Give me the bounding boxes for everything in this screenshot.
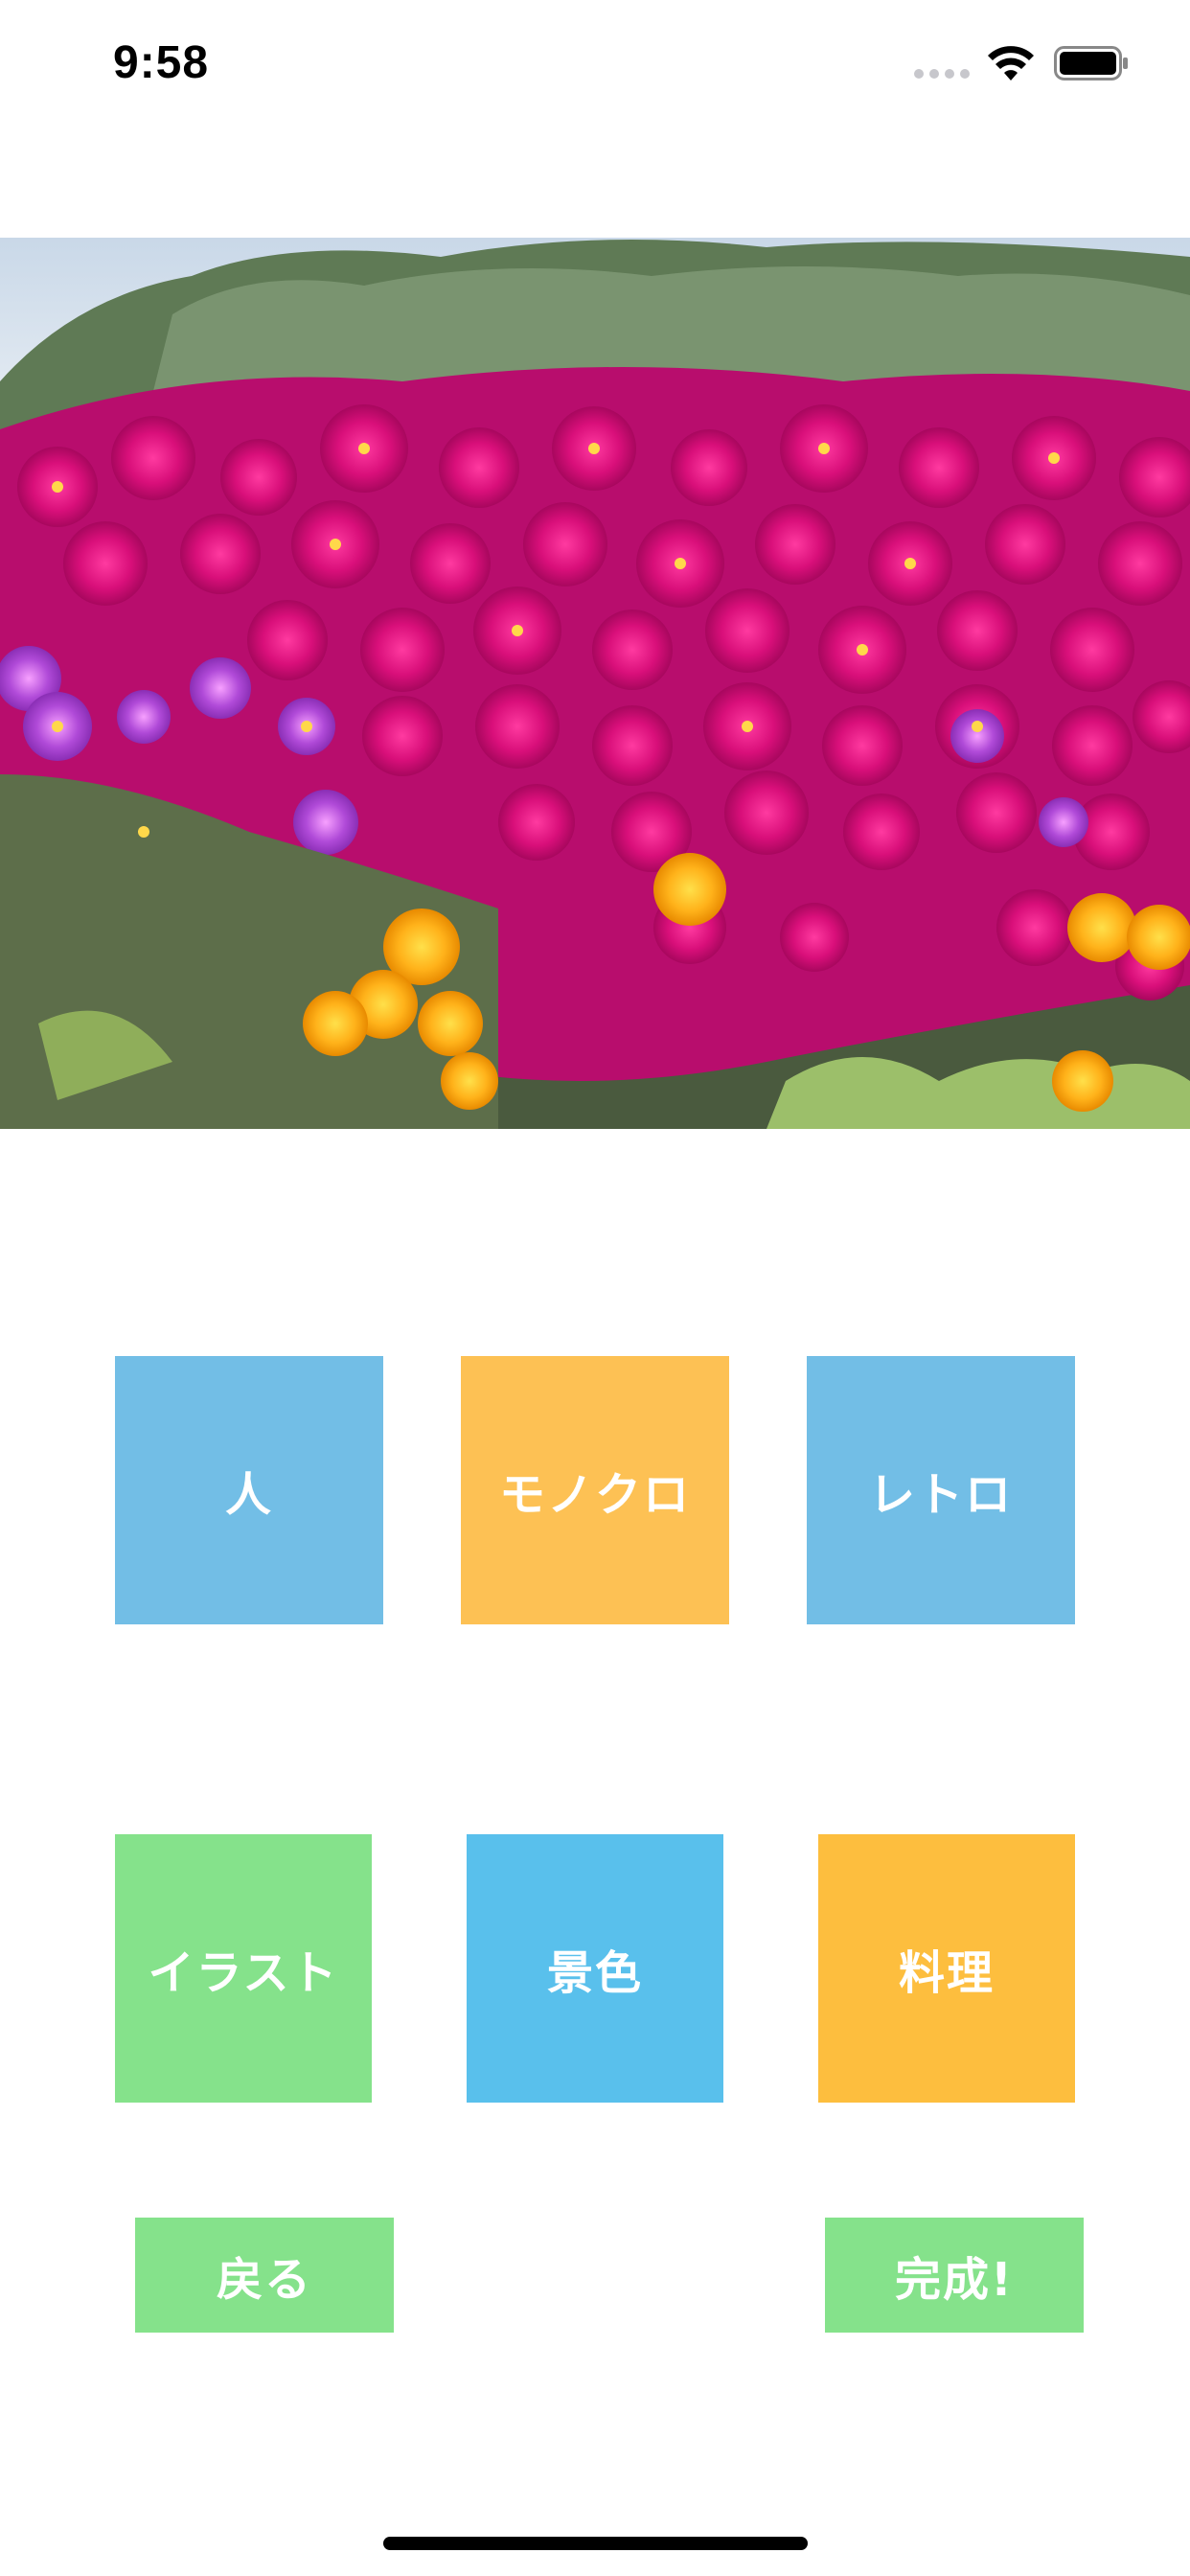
flower-field-photo xyxy=(0,238,1190,1129)
filter-button-monochrome[interactable]: モノクロ xyxy=(461,1356,729,1624)
filter-button-label: 料理 xyxy=(898,1946,995,2000)
status-time: 9:58 xyxy=(113,37,210,88)
filter-button-label: レトロ xyxy=(868,1468,1013,1522)
cellular-signal-icon xyxy=(914,69,972,80)
filter-button-person[interactable]: 人 xyxy=(115,1356,383,1624)
home-indicator[interactable] xyxy=(383,2537,808,2550)
back-button[interactable]: 戻る xyxy=(135,2218,394,2333)
filter-button-retro[interactable]: レトロ xyxy=(807,1356,1075,1624)
done-button[interactable]: 完成! xyxy=(825,2218,1084,2333)
done-button-label: 完成! xyxy=(895,2253,1014,2307)
back-button-label: 戻る xyxy=(216,2253,312,2307)
battery-icon xyxy=(1054,46,1128,80)
filter-button-label: イラスト xyxy=(148,1946,339,2000)
filter-button-label: 景色 xyxy=(546,1946,643,2000)
filter-button-label: モノクロ xyxy=(498,1468,691,1522)
filter-button-food[interactable]: 料理 xyxy=(818,1834,1075,2103)
filter-button-illustration[interactable]: イラスト xyxy=(115,1834,372,2103)
filter-button-label: 人 xyxy=(224,1468,273,1522)
wifi-icon xyxy=(988,46,1034,80)
filter-button-landscape[interactable]: 景色 xyxy=(467,1834,723,2103)
